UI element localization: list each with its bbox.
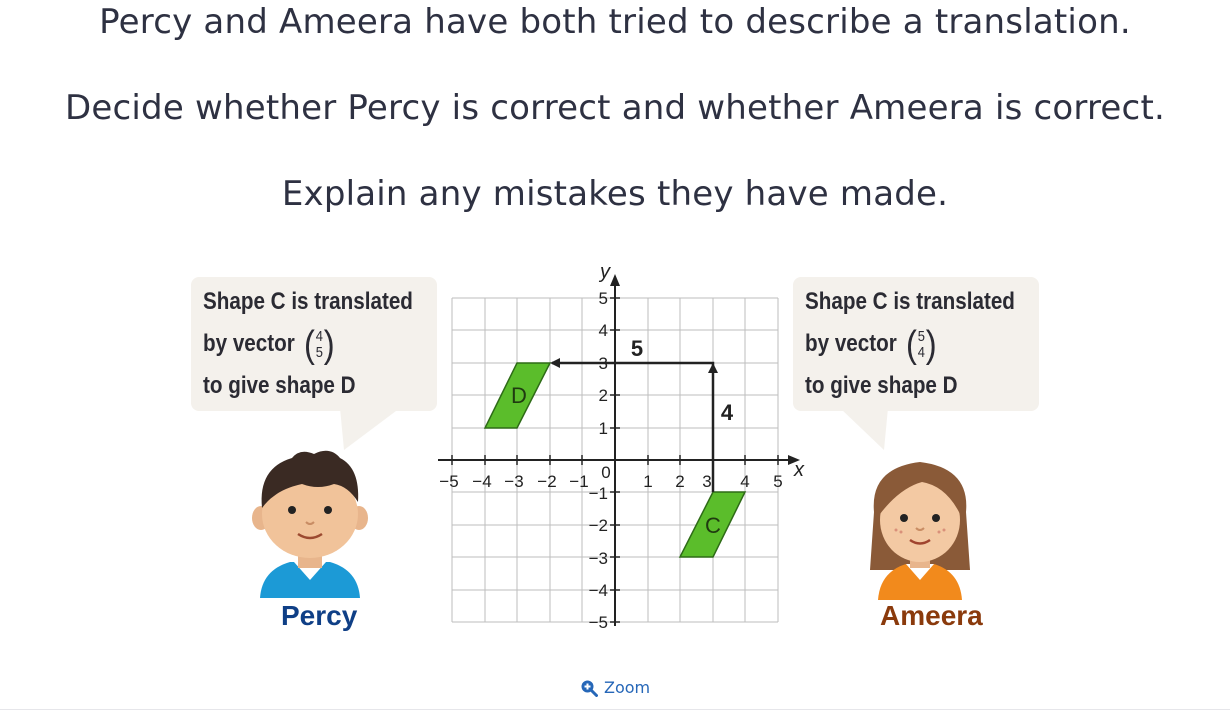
x-tick-label: −5 bbox=[439, 472, 458, 491]
percy-name: Percy bbox=[281, 600, 358, 631]
y-tick-label: 4 bbox=[599, 321, 608, 340]
ameera-speech-bubble: Shape C is translated by vector ( 5 4 ) … bbox=[793, 277, 1039, 411]
percy-avatar bbox=[252, 450, 368, 598]
x-tick-label: 4 bbox=[740, 472, 749, 491]
percy-vector-bottom: 5 bbox=[315, 343, 323, 361]
question-line-2: Decide whether Percy is correct and whet… bbox=[65, 88, 1165, 128]
y-tick-label: 1 bbox=[599, 419, 608, 438]
ameera-bubble-line-2: by vector ( 5 4 ) bbox=[805, 323, 996, 365]
zoom-label: Zoom bbox=[604, 678, 651, 697]
percy-bubble-prefix: by vector bbox=[203, 330, 295, 357]
ameera-name: Ameera bbox=[880, 600, 983, 631]
vertical-arrow-head bbox=[708, 363, 718, 373]
y-tick-label: −3 bbox=[589, 549, 608, 568]
ameera-bubble-tail bbox=[840, 408, 888, 450]
y-tick-label: 5 bbox=[599, 289, 608, 308]
x-tick-label: 2 bbox=[675, 472, 684, 491]
percy-vector-top: 4 bbox=[315, 327, 323, 345]
y-axis-arrow bbox=[610, 274, 620, 286]
horizontal-step-label: 5 bbox=[631, 336, 643, 361]
percy-speech-bubble: Shape C is translated by vector ( 4 5 ) … bbox=[191, 277, 437, 411]
shape-c-label: C bbox=[705, 513, 721, 538]
x-axis-label: x bbox=[793, 459, 805, 481]
x-tick-label: −1 bbox=[569, 472, 588, 491]
percy-bubble-line-2: by vector ( 4 5 ) bbox=[203, 323, 394, 365]
zoom-in-icon bbox=[581, 680, 598, 697]
x-tick-label: 5 bbox=[773, 472, 782, 491]
bottom-divider bbox=[0, 709, 1230, 710]
ameera-avatar bbox=[870, 462, 970, 600]
y-tick-label: −4 bbox=[589, 581, 608, 600]
axes bbox=[438, 282, 792, 626]
x-tick-label: −2 bbox=[537, 472, 556, 491]
y-tick-label: 3 bbox=[599, 354, 608, 373]
y-tick-label: −5 bbox=[589, 613, 608, 632]
vertical-step-label: 4 bbox=[721, 400, 734, 425]
x-tick-label: −3 bbox=[504, 472, 523, 491]
shape-d-label: D bbox=[511, 383, 527, 408]
ameera-vector: ( 5 4 ) bbox=[905, 323, 937, 366]
origin-label: 0 bbox=[601, 463, 610, 482]
coordinate-grid: −5 −4 −3 −2 −1 1 2 3 4 5 0 5 4 3 2 1 −1 … bbox=[438, 262, 805, 632]
percy-bubble-line-3: to give shape D bbox=[203, 372, 356, 399]
x-tick-label: 1 bbox=[643, 472, 652, 491]
x-tick-label: 3 bbox=[702, 472, 711, 491]
ameera-bubble-line-1: Shape C is translated bbox=[805, 288, 1015, 315]
ameera-bubble-prefix: by vector bbox=[805, 330, 897, 357]
x-tick-label: −4 bbox=[472, 472, 491, 491]
horizontal-arrow-head bbox=[550, 358, 560, 368]
zoom-button[interactable]: Zoom bbox=[580, 678, 650, 697]
question-line-1: Percy and Ameera have both tried to desc… bbox=[99, 2, 1131, 42]
y-axis-label: y bbox=[598, 262, 611, 283]
ameera-vector-bottom: 4 bbox=[917, 343, 925, 361]
y-tick-label: 2 bbox=[599, 386, 608, 405]
y-tick-label: −2 bbox=[589, 516, 608, 535]
percy-vector: ( 4 5 ) bbox=[303, 323, 335, 366]
ameera-bubble-line-3: to give shape D bbox=[805, 372, 958, 399]
ameera-vector-top: 5 bbox=[917, 327, 925, 345]
percy-bubble-line-1: Shape C is translated bbox=[203, 288, 413, 315]
y-tick-label: −1 bbox=[589, 484, 608, 503]
question-line-3: Explain any mistakes they have made. bbox=[281, 174, 949, 214]
